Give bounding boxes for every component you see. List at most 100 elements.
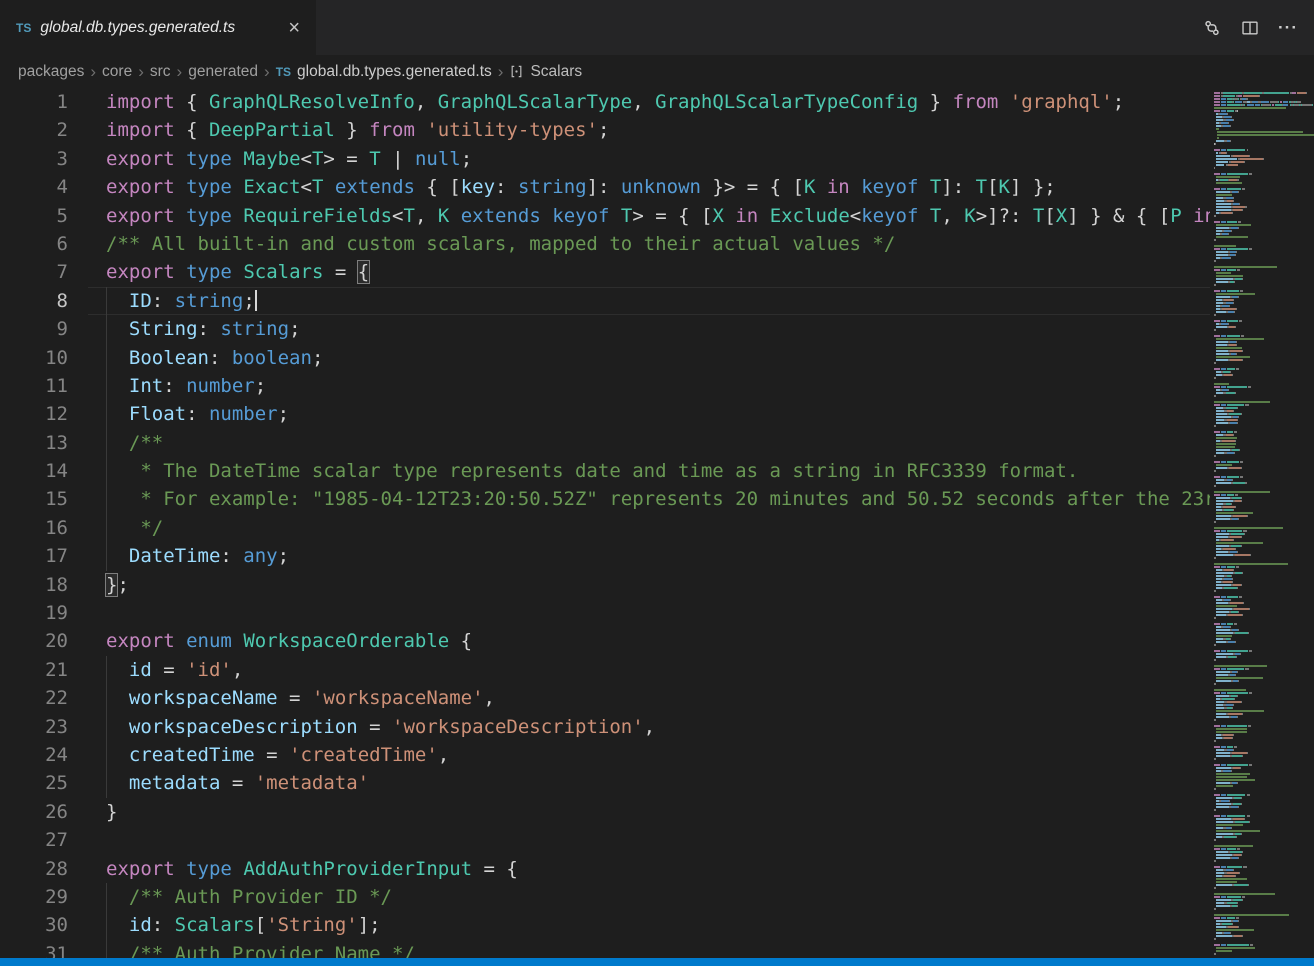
code-line[interactable]: Float: number; (88, 400, 1210, 428)
breadcrumb-item-src[interactable]: src (150, 63, 171, 81)
split-editor-icon[interactable] (1236, 14, 1264, 42)
minimap-line (1210, 158, 1314, 160)
open-changes-icon[interactable] (1198, 14, 1226, 42)
indent-guide (106, 542, 107, 570)
breadcrumb-item-symbol-scalars[interactable]: Scalars (509, 63, 582, 81)
minimap-line (1210, 491, 1314, 493)
code-line[interactable]: Int: number; (88, 372, 1210, 400)
minimap-line (1210, 299, 1314, 301)
minimap[interactable] (1210, 88, 1314, 958)
minimap-line (1210, 593, 1314, 595)
code-token: GraphQLScalarType (438, 91, 632, 113)
minimap-line (1210, 923, 1314, 925)
editor[interactable]: 1234567891011121314151617181920212223242… (0, 88, 1314, 958)
code-token: , (438, 744, 449, 766)
minimap-line (1210, 290, 1314, 292)
indent-guide (106, 684, 107, 712)
indent-guide (106, 315, 107, 343)
breadcrumb: packages › core › src › generated › TS g… (0, 55, 1314, 88)
code-line[interactable]: * For example: "1985-04-12T23:20:50.52Z"… (88, 485, 1210, 513)
minimap-line (1210, 638, 1314, 640)
code-token (918, 205, 929, 227)
code-token: String (129, 318, 198, 340)
code-line[interactable]: createdTime = 'createdTime', (88, 741, 1210, 769)
indent-guide (106, 429, 107, 457)
code-token (609, 205, 620, 227)
code-token: T (312, 148, 323, 170)
code-line[interactable]: DateTime: any; (88, 542, 1210, 570)
code-token: in (827, 176, 850, 198)
minimap-line (1210, 182, 1314, 184)
minimap-line (1210, 617, 1314, 619)
code-line[interactable]: ID: string; (88, 287, 1210, 315)
minimap-line (1210, 173, 1314, 175)
minimap-line (1210, 515, 1314, 517)
code-token: } (106, 801, 117, 823)
breadcrumb-item-packages[interactable]: packages (18, 63, 84, 81)
minimap-line (1210, 641, 1314, 643)
code-line[interactable]: /** All built-in and custom scalars, map… (88, 230, 1210, 258)
code-token: T (1033, 205, 1044, 227)
minimap-line (1210, 419, 1314, 421)
minimap-line (1210, 398, 1314, 400)
code-token: ; (278, 545, 289, 567)
code-line[interactable]: String: string; (88, 315, 1210, 343)
minimap-line (1210, 767, 1314, 769)
code-line[interactable]: }; (88, 571, 1210, 599)
code-line[interactable]: workspaceDescription = 'workspaceDescrip… (88, 713, 1210, 741)
code-line[interactable]: id = 'id', (88, 656, 1210, 684)
code-line[interactable]: export type Maybe<T> = T | null; (88, 145, 1210, 173)
minimap-line (1210, 116, 1314, 118)
breadcrumb-item-file[interactable]: TS global.db.types.generated.ts (276, 63, 492, 81)
code-line[interactable]: metadata = 'metadata' (88, 769, 1210, 797)
line-number: 27 (0, 826, 68, 854)
line-number: 3 (0, 145, 68, 173)
minimap-line (1210, 317, 1314, 319)
code-line[interactable]: export type Exact<T extends { [key: stri… (88, 173, 1210, 201)
code-line[interactable]: /** Auth Provider ID */ (88, 883, 1210, 911)
tab-global-db-types-generated[interactable]: TS global.db.types.generated.ts × (0, 0, 316, 55)
minimap-line (1210, 149, 1314, 151)
minimap-line (1210, 683, 1314, 685)
minimap-line (1210, 635, 1314, 637)
code-line[interactable]: export type AddAuthProviderInput = { (88, 855, 1210, 883)
code-token (232, 261, 243, 283)
code-line[interactable]: workspaceName = 'workspaceName', (88, 684, 1210, 712)
line-number: 19 (0, 599, 68, 627)
code-token: enum (186, 630, 232, 652)
breadcrumb-item-core[interactable]: core (102, 63, 132, 81)
code-line[interactable]: /** (88, 429, 1210, 457)
code-line[interactable]: import { GraphQLResolveInfo, GraphQLScal… (88, 88, 1210, 116)
breadcrumb-symbol-name: Scalars (530, 63, 582, 81)
minimap-line (1210, 647, 1314, 649)
minimap-line (1210, 812, 1314, 814)
code-line[interactable]: /** Auth Provider Name */ (88, 940, 1210, 958)
code-token: K (999, 176, 1010, 198)
close-tab-icon[interactable]: × (282, 16, 306, 40)
code-line[interactable]: * The DateTime scalar type represents da… (88, 457, 1210, 485)
code-line[interactable]: import { DeepPartial } from 'utility-typ… (88, 116, 1210, 144)
code-token: GraphQLScalarTypeConfig (655, 91, 918, 113)
minimap-line (1210, 710, 1314, 712)
code-line[interactable] (88, 599, 1210, 627)
code-line[interactable]: export type Scalars = { (88, 258, 1210, 286)
code-line[interactable]: export type RequireFields<T, K extends k… (88, 202, 1210, 230)
minimap-line (1210, 137, 1314, 139)
code-token (449, 205, 460, 227)
code-line[interactable] (88, 826, 1210, 854)
code-token: unknown (621, 176, 701, 198)
code-line[interactable]: */ (88, 514, 1210, 542)
code-token: ; (243, 290, 254, 312)
code-token: export (106, 858, 175, 880)
code-line[interactable]: id: Scalars['String']; (88, 911, 1210, 939)
code-line[interactable]: export enum WorkspaceOrderable { (88, 627, 1210, 655)
line-number: 26 (0, 798, 68, 826)
breadcrumb-item-generated[interactable]: generated (188, 63, 258, 81)
code-line[interactable]: Boolean: boolean; (88, 344, 1210, 372)
more-actions-icon[interactable]: ··· (1274, 14, 1302, 42)
code-token: extends (461, 205, 541, 227)
minimap-line (1210, 548, 1314, 550)
code-token: , (941, 205, 964, 227)
code-line[interactable]: } (88, 798, 1210, 826)
indent-guide (106, 769, 107, 797)
